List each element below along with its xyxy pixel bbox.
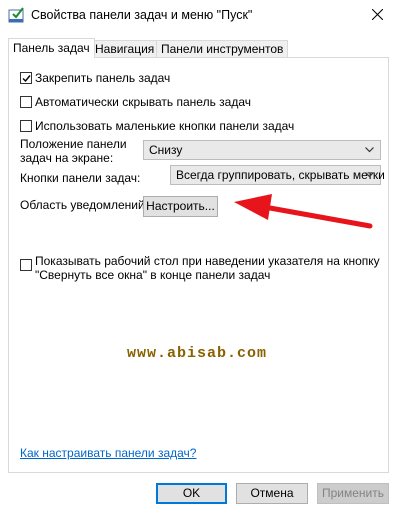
small-buttons-option[interactable]: Использовать маленькие кнопки панели зад… bbox=[20, 118, 294, 134]
checkmark-icon bbox=[22, 75, 31, 83]
tab-toolbars[interactable]: Панели инструментов bbox=[156, 40, 289, 57]
taskbar-properties-icon bbox=[8, 6, 26, 24]
ok-button[interactable]: OK bbox=[156, 483, 227, 504]
chevron-down-icon bbox=[365, 172, 374, 178]
lock-taskbar-label: Закрепить панель задач bbox=[35, 71, 171, 85]
peek-desktop-label: Показывать рабочий стол при наведении ук… bbox=[35, 254, 380, 282]
taskbar-position-label-line2: задач на экране: bbox=[20, 151, 114, 165]
customize-notifications-button[interactable]: Настроить... bbox=[143, 196, 218, 217]
tab-taskbar[interactable]: Панель задач bbox=[8, 38, 95, 58]
lock-taskbar-option[interactable]: Закрепить панель задач bbox=[20, 70, 170, 86]
taskbar-position-select[interactable]: Снизу bbox=[143, 140, 381, 160]
autohide-checkbox[interactable] bbox=[20, 96, 32, 108]
taskbar-buttons-label: Кнопки панели задач: bbox=[20, 171, 141, 185]
help-link[interactable]: Как настраивать панели задач? bbox=[20, 446, 196, 460]
peek-desktop-option[interactable]: Показывать рабочий стол при наведении ук… bbox=[20, 254, 380, 284]
lock-taskbar-checkbox[interactable] bbox=[20, 72, 32, 84]
close-icon bbox=[372, 9, 383, 20]
watermark-text: www.abisab.com bbox=[127, 345, 268, 362]
title-bar: Свойства панели задач и меню "Пуск" bbox=[0, 0, 397, 32]
tab-navigation[interactable]: Навигация bbox=[90, 40, 160, 57]
small-buttons-label: Использовать маленькие кнопки панели зад… bbox=[35, 119, 295, 133]
cancel-button[interactable]: Отмена bbox=[236, 483, 308, 504]
peek-desktop-label-line2: "Свернуть все окна" в конце панели задач bbox=[35, 268, 271, 282]
taskbar-position-label: Положение панели задач на экране: bbox=[20, 137, 127, 165]
taskbar-position-value: Снизу bbox=[149, 143, 183, 157]
small-buttons-checkbox[interactable] bbox=[20, 120, 32, 132]
close-button[interactable] bbox=[359, 0, 397, 30]
taskbar-position-label-line1: Положение панели bbox=[20, 137, 127, 151]
window-title: Свойства панели задач и меню "Пуск" bbox=[31, 8, 253, 22]
tab-strip: Панель задач Навигация Панели инструмент… bbox=[0, 38, 397, 58]
apply-button[interactable]: Применить bbox=[317, 483, 389, 504]
peek-desktop-label-line1: Показывать рабочий стол при наведении ук… bbox=[35, 254, 380, 268]
peek-desktop-checkbox[interactable] bbox=[20, 259, 32, 271]
chevron-down-icon bbox=[365, 147, 374, 153]
notification-area-label: Область уведомлений: bbox=[20, 198, 149, 212]
annotation-arrow bbox=[234, 194, 373, 229]
autohide-label: Автоматически скрывать панель задач bbox=[35, 95, 252, 109]
autohide-option[interactable]: Автоматически скрывать панель задач bbox=[20, 94, 251, 110]
